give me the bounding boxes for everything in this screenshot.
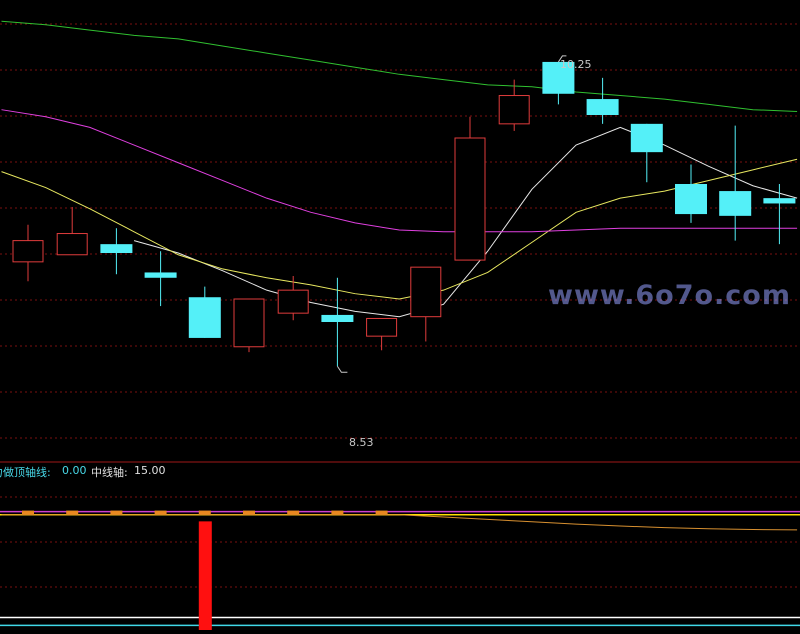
candle — [321, 277, 354, 367]
candle — [233, 298, 265, 353]
signal-bar — [198, 521, 212, 630]
chart-canvas — [0, 20, 800, 630]
legend-value-top-axis: 0.00 — [62, 464, 87, 477]
candle-body — [56, 233, 88, 256]
indicator-panel — [0, 510, 800, 630]
candle-body — [144, 272, 177, 278]
candle-body — [277, 289, 309, 314]
candle-body — [188, 297, 221, 338]
legend-value-mid-axis: 15.00 — [134, 464, 166, 477]
candle — [410, 266, 442, 342]
candle-body — [454, 137, 486, 261]
small-mark — [331, 510, 344, 515]
candle — [12, 224, 44, 282]
candle-body — [100, 244, 133, 253]
candle-body — [675, 184, 707, 215]
watermark: www.6o7o.com — [548, 280, 791, 311]
small-mark — [66, 510, 79, 515]
candle — [100, 228, 133, 275]
small-mark — [243, 510, 255, 515]
candle — [56, 207, 88, 256]
decay-line — [1, 514, 798, 531]
ma-line-3 — [1, 20, 798, 112]
candle-body — [630, 123, 663, 153]
small-mark — [110, 510, 123, 515]
candle-body — [12, 240, 44, 263]
chart-stage: www.6o7o.com 10.25 8.53 力做顶轴线: 0.00 中线轴:… — [0, 0, 800, 634]
high-price-label: 10.25 — [560, 58, 592, 71]
candlestick-series — [12, 55, 796, 373]
low-price-value: 8.53 — [349, 436, 374, 449]
candle-body — [498, 95, 530, 125]
low-marker — [336, 365, 348, 373]
candle-body — [233, 298, 265, 348]
legend-label-top-axis: 力做顶轴线: — [0, 466, 51, 479]
candle — [763, 184, 796, 245]
candle-body — [719, 191, 752, 216]
candle — [454, 116, 486, 261]
candle — [188, 286, 221, 338]
candle-body — [763, 198, 796, 204]
candle — [144, 251, 177, 307]
candle — [586, 77, 619, 124]
candle-body — [586, 99, 619, 115]
small-mark — [198, 510, 211, 515]
high-price-value: 10.25 — [560, 58, 592, 71]
candle — [277, 276, 309, 321]
ma-line-1 — [1, 158, 798, 300]
candle-body — [410, 266, 442, 318]
legend-label-mid-axis: 中线轴: — [91, 466, 128, 479]
candle — [630, 123, 663, 183]
candle — [498, 79, 530, 131]
small-mark — [375, 510, 388, 515]
small-mark — [22, 510, 34, 515]
small-mark — [154, 510, 167, 515]
candle-body — [366, 317, 398, 337]
moving-average-lines — [1, 20, 798, 318]
low-price-label: 8.53 — [349, 436, 374, 449]
small-mark — [287, 510, 300, 515]
candle — [675, 164, 707, 223]
candle-body — [321, 314, 354, 322]
